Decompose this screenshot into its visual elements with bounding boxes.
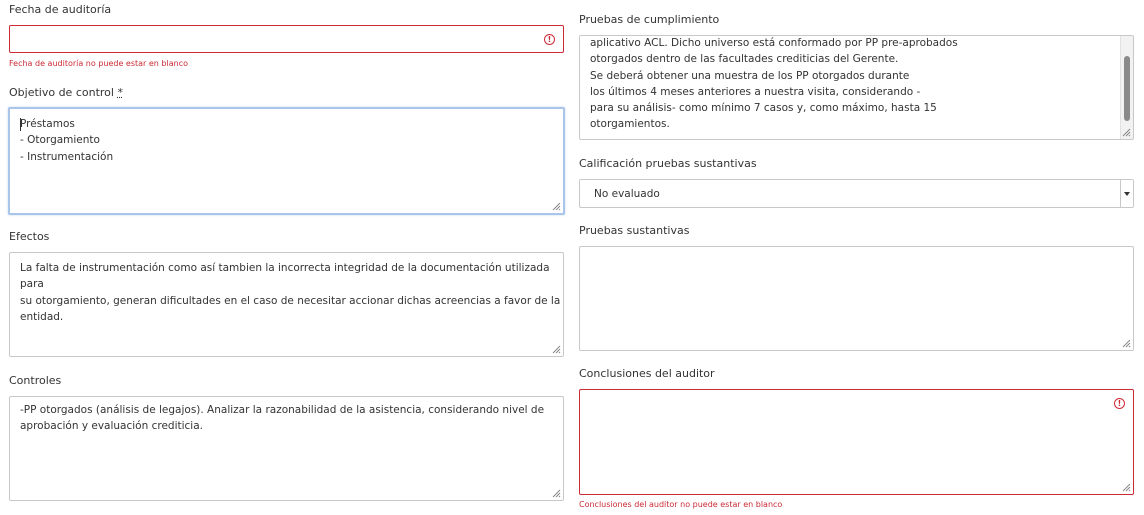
conclusiones-textarea[interactable]: !	[579, 389, 1134, 495]
calificacion-label: Calificación pruebas sustantivas	[579, 157, 757, 170]
calificacion-select[interactable]: No evaluado	[579, 179, 1134, 208]
required-mark: *	[117, 86, 123, 99]
scrollbar-thumb[interactable]	[1124, 56, 1130, 121]
pruebas-sustantivas-label: Pruebas sustantivas	[579, 224, 690, 237]
resize-grip-icon[interactable]	[1122, 128, 1131, 137]
fecha-auditoria-label: Fecha de auditoría	[9, 3, 112, 16]
conclusiones-error: Conclusiones del auditor no puede estar …	[579, 500, 783, 509]
objetivo-control-label-text: Objetivo de control	[9, 86, 114, 99]
error-icon: !	[1114, 398, 1125, 409]
pruebas-cumplimiento-text: aplicativo ACL. Dicho universo está conf…	[590, 37, 958, 131]
efectos-text: La falta de instrumentación como así tam…	[20, 262, 561, 323]
pruebas-cumplimiento-label: Pruebas de cumplimiento	[579, 13, 720, 26]
controles-label: Controles	[9, 374, 62, 387]
resize-grip-icon[interactable]	[1122, 339, 1131, 348]
controles-textarea[interactable]: -PP otorgados (análisis de legajos). Ana…	[9, 396, 564, 501]
objetivo-control-label: Objetivo de control *	[9, 86, 123, 99]
scrollbar[interactable]	[1120, 36, 1133, 139]
fecha-auditoria-error: Fecha de auditoría no puede estar en bla…	[9, 59, 188, 68]
resize-grip-icon[interactable]	[1122, 483, 1131, 492]
chevron-down-icon[interactable]	[1120, 180, 1133, 207]
controles-text: -PP otorgados (análisis de legajos). Ana…	[20, 404, 545, 433]
objetivo-control-textarea[interactable]: Préstamos - Otorgamiento - Instrumentaci…	[8, 107, 565, 215]
pruebas-sustantivas-textarea[interactable]	[579, 246, 1134, 351]
conclusiones-label: Conclusiones del auditor	[579, 367, 715, 380]
fecha-auditoria-input[interactable]: !	[9, 25, 564, 53]
resize-grip-icon[interactable]	[552, 202, 561, 211]
error-icon: !	[544, 34, 555, 45]
resize-grip-icon[interactable]	[552, 489, 561, 498]
efectos-textarea[interactable]: La falta de instrumentación como así tam…	[9, 252, 564, 357]
pruebas-cumplimiento-textarea[interactable]: aplicativo ACL. Dicho universo está conf…	[579, 35, 1134, 140]
efectos-label: Efectos	[9, 230, 50, 243]
calificacion-selected-value: No evaluado	[594, 188, 660, 200]
resize-grip-icon[interactable]	[552, 345, 561, 354]
objetivo-control-text: Préstamos - Otorgamiento - Instrumentaci…	[20, 118, 114, 163]
